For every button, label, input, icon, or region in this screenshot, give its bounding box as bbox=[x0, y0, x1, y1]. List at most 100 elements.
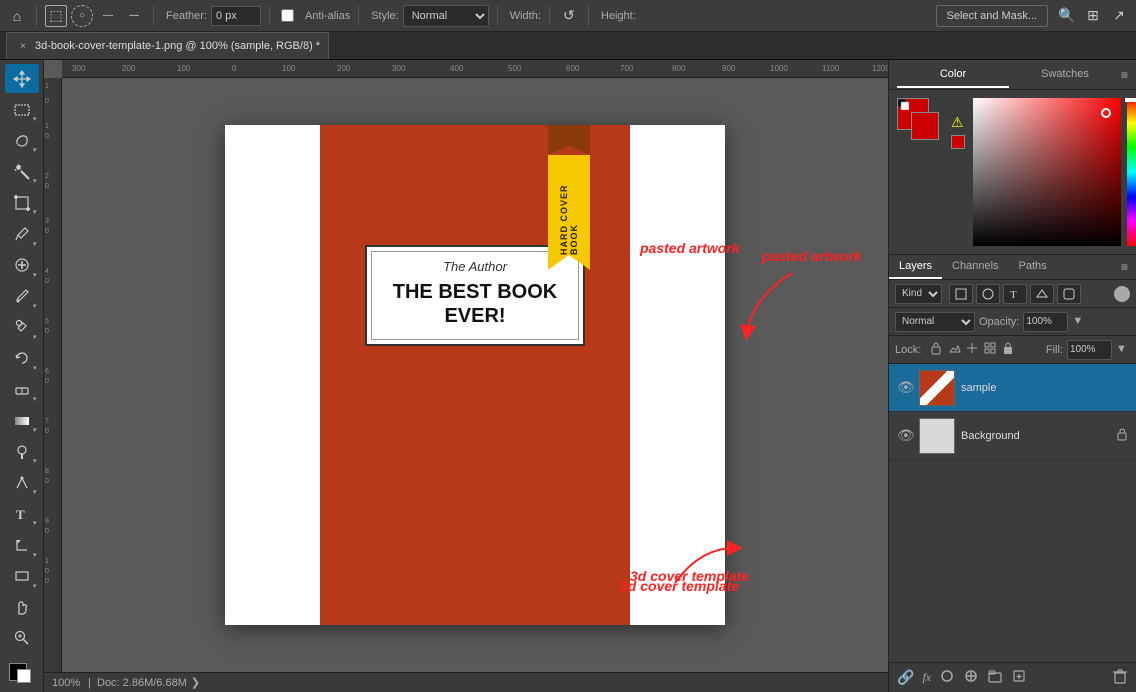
gamut-color-box[interactable] bbox=[951, 135, 965, 149]
document-tab[interactable]: × 3d-book-cover-template-1.png @ 100% (s… bbox=[6, 32, 329, 59]
fill-chevron-down-icon[interactable]: ▼ bbox=[1116, 343, 1130, 357]
eyedropper-tool[interactable]: ▾ bbox=[5, 219, 39, 248]
lasso-tool[interactable]: ▾ bbox=[5, 126, 39, 155]
zoom-tool[interactable] bbox=[5, 624, 39, 653]
color-picker-cursor bbox=[1101, 108, 1111, 118]
magic-wand-tool[interactable]: ▾ bbox=[5, 157, 39, 186]
new-adjustment-layer-icon[interactable] bbox=[963, 668, 979, 687]
style-select[interactable]: Normal Fixed Ratio Fixed Size bbox=[403, 5, 489, 27]
color-picker-area[interactable] bbox=[973, 98, 1136, 246]
layer-filter-icons: T bbox=[949, 284, 1081, 304]
opacity-label: Opacity: bbox=[979, 316, 1019, 328]
ribbon-text: HARD COVER BOOK bbox=[559, 155, 579, 255]
lock-image-icon[interactable] bbox=[947, 341, 961, 358]
add-layer-style-icon[interactable]: fx bbox=[922, 670, 931, 685]
hue-strip[interactable] bbox=[1127, 98, 1136, 246]
layer-visibility-icon-sample[interactable]: 👁 bbox=[897, 379, 913, 396]
tab-channels[interactable]: Channels bbox=[942, 255, 1008, 279]
main-layout: ▾ ▾ ▾ ▾ ▾ ▾ ▾ ▾ bbox=[0, 60, 1136, 692]
layers-panel-menu-icon[interactable]: ≡ bbox=[1113, 255, 1136, 279]
clone-stamp-tool[interactable]: ▾ bbox=[5, 313, 39, 342]
color-gradient-picker[interactable] bbox=[973, 98, 1121, 246]
filter-type-icon[interactable]: T bbox=[1003, 284, 1027, 304]
book-author: The Author bbox=[383, 259, 567, 274]
blend-mode-select[interactable]: Normal Dissolve Multiply Screen bbox=[895, 312, 975, 332]
filter-smartobject-icon[interactable] bbox=[1057, 284, 1081, 304]
single-col-icon[interactable]: | bbox=[123, 5, 145, 27]
arrange-icon[interactable]: ⊞ bbox=[1082, 5, 1104, 27]
gamut-warning-icon[interactable]: ⚠ bbox=[951, 114, 965, 131]
layers-toolbar: Kind T bbox=[889, 280, 1136, 308]
link-layers-icon[interactable]: 🔗 bbox=[897, 669, 914, 686]
marquee-tool[interactable]: ▾ bbox=[5, 95, 39, 124]
anti-alias-checkbox[interactable] bbox=[281, 9, 294, 22]
hand-tool[interactable] bbox=[5, 593, 39, 622]
home-icon[interactable]: ⌂ bbox=[6, 5, 28, 27]
toolbar-separator-7 bbox=[588, 6, 589, 26]
background-color-swatch[interactable] bbox=[911, 112, 939, 140]
tab-paths[interactable]: Paths bbox=[1009, 255, 1057, 279]
lock-all-icon[interactable] bbox=[1001, 341, 1015, 358]
dodge-tool[interactable]: ▾ bbox=[5, 437, 39, 466]
crop-tool[interactable]: ▾ bbox=[5, 188, 39, 217]
tab-swatches[interactable]: Swatches bbox=[1009, 62, 1121, 88]
search-icon[interactable]: 🔍 bbox=[1056, 5, 1078, 27]
pen-tool[interactable]: ▾ bbox=[5, 468, 39, 497]
book-title-line2: EVER! bbox=[444, 305, 505, 327]
default-colors-icon[interactable] bbox=[897, 98, 909, 110]
brush-tool[interactable]: ▾ bbox=[5, 282, 39, 311]
layer-filter-toggle[interactable] bbox=[1114, 286, 1130, 302]
tab-color[interactable]: Color bbox=[897, 62, 1009, 88]
color-panel-menu-icon[interactable]: ≡ bbox=[1121, 68, 1128, 82]
new-layer-icon[interactable] bbox=[1011, 668, 1027, 687]
new-group-icon[interactable] bbox=[987, 668, 1003, 687]
filter-shape-icon[interactable] bbox=[1030, 284, 1054, 304]
feather-input[interactable] bbox=[211, 6, 261, 26]
layers-options: Normal Dissolve Multiply Screen Opacity:… bbox=[889, 308, 1136, 336]
opacity-input[interactable] bbox=[1023, 312, 1068, 332]
fill-input[interactable] bbox=[1067, 340, 1112, 360]
export-icon[interactable]: ↗ bbox=[1108, 5, 1130, 27]
color-body: ⚠ bbox=[889, 90, 1136, 254]
fill-label: Fill: bbox=[1046, 344, 1063, 356]
tab-close-icon[interactable]: × bbox=[15, 38, 31, 54]
select-mask-button[interactable]: Select and Mask... bbox=[936, 5, 1049, 27]
layer-visibility-icon-bg[interactable]: 👁 bbox=[897, 427, 913, 444]
marquee-rect-icon[interactable]: ⬚ bbox=[45, 5, 67, 27]
filter-adjustment-icon[interactable] bbox=[976, 284, 1000, 304]
anti-alias-label: Anti-alias bbox=[305, 10, 350, 22]
opacity-chevron-down-icon[interactable]: ▼ bbox=[1072, 315, 1086, 329]
layer-lock-icon-bg[interactable] bbox=[1116, 427, 1128, 444]
type-tool[interactable]: T ▾ bbox=[5, 499, 39, 528]
lock-artboard-icon[interactable] bbox=[983, 341, 997, 358]
toolbar-separator-4 bbox=[358, 6, 359, 26]
status-forward-arrow[interactable]: ❯ bbox=[191, 676, 200, 689]
layers-tabs: Layers Channels Paths ≡ bbox=[889, 255, 1136, 280]
move-tool[interactable] bbox=[5, 64, 39, 93]
eraser-tool[interactable]: ▾ bbox=[5, 375, 39, 404]
svg-text:T: T bbox=[16, 507, 25, 522]
layer-item-background[interactable]: 👁 Background bbox=[889, 412, 1136, 460]
shape-tool[interactable]: ▾ bbox=[5, 562, 39, 591]
marquee-ellipse-icon[interactable]: ○ bbox=[71, 5, 93, 27]
color-gradient-bg bbox=[973, 98, 1121, 246]
layers-kind-select[interactable]: Kind bbox=[895, 284, 942, 304]
path-select-tool[interactable]: ▾ bbox=[5, 530, 39, 559]
lock-position-icon[interactable] bbox=[965, 341, 979, 358]
single-row-icon[interactable]: — bbox=[97, 5, 119, 27]
filter-pixel-icon[interactable] bbox=[949, 284, 973, 304]
layers-bottom-bar: 🔗 fx bbox=[889, 662, 1136, 692]
add-mask-icon[interactable] bbox=[939, 668, 955, 687]
delete-layer-icon[interactable] bbox=[1112, 668, 1128, 687]
tab-bar: × 3d-book-cover-template-1.png @ 100% (s… bbox=[0, 32, 1136, 60]
gradient-tool[interactable]: ▾ bbox=[5, 406, 39, 435]
canvas-content: The Author THE BEST BOOK EVER! HARD COVE… bbox=[62, 78, 888, 672]
history-brush-tool[interactable]: ▾ bbox=[5, 344, 39, 373]
swap-icon[interactable]: ↺ bbox=[558, 5, 580, 27]
fg-bg-color[interactable] bbox=[5, 659, 39, 688]
healing-tool[interactable]: ▾ bbox=[5, 251, 39, 280]
layer-item-sample[interactable]: 👁 sample bbox=[889, 364, 1136, 412]
book-right-panel bbox=[630, 125, 725, 625]
tab-layers[interactable]: Layers bbox=[889, 255, 942, 279]
lock-transparent-icon[interactable] bbox=[929, 341, 943, 358]
